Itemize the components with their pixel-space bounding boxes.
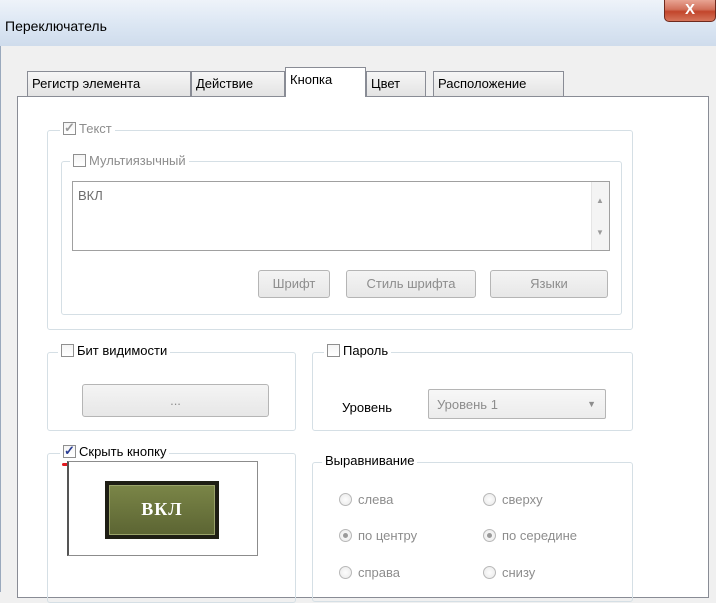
tab-element-register[interactable]: Регистр элемента: [27, 71, 191, 96]
visibility-bit-checkbox[interactable]: [61, 344, 74, 357]
tab-action[interactable]: Действие: [191, 71, 285, 96]
text-checkbox[interactable]: [63, 120, 76, 136]
alignment-label: Выравнивание: [325, 453, 415, 468]
align-left-radio[interactable]: [339, 493, 352, 506]
window-title: Переключатель: [5, 18, 107, 34]
preview-button-face: ВКЛ: [109, 485, 215, 535]
password-checkbox[interactable]: [327, 344, 340, 357]
align-left-label: слева: [358, 492, 394, 507]
visibility-bit-legend[interactable]: Бит видимости: [58, 343, 171, 358]
visibility-bit-label: Бит видимости: [77, 343, 168, 358]
align-top-label: сверху: [502, 492, 543, 507]
align-right-option[interactable]: справа: [339, 565, 400, 580]
hide-button-label: Скрыть кнопку: [79, 444, 167, 459]
hide-button-checkbox[interactable]: [63, 443, 76, 459]
title-bar: [0, 0, 716, 46]
align-bottom-label: снизу: [502, 565, 536, 580]
align-left-option[interactable]: слева: [339, 492, 393, 507]
tab-button[interactable]: Кнопка: [285, 67, 366, 97]
preview-button-frame: ВКЛ: [105, 481, 219, 539]
button-preview: ВКЛ: [67, 461, 258, 556]
scroll-up-icon[interactable]: ▲: [596, 196, 604, 205]
multilang-legend[interactable]: Мультиязычный: [70, 153, 189, 168]
align-center-radio[interactable]: [339, 529, 352, 542]
chevron-down-icon: ▼: [587, 399, 596, 409]
visibility-bit-browse-button[interactable]: ...: [82, 384, 269, 417]
align-top-option[interactable]: сверху: [483, 492, 543, 507]
align-right-radio[interactable]: [339, 566, 352, 579]
textarea-scrollbar[interactable]: ▲ ▼: [591, 182, 609, 250]
align-middle-radio[interactable]: [483, 529, 496, 542]
multilang-label: Мультиязычный: [89, 153, 186, 168]
align-top-radio[interactable]: [483, 493, 496, 506]
scroll-down-icon[interactable]: ▼: [596, 228, 604, 237]
align-center-option[interactable]: по центру: [339, 528, 417, 543]
level-select[interactable]: Уровень 1 ▼: [428, 389, 606, 419]
font-style-button[interactable]: Стиль шрифта: [346, 270, 476, 298]
text-label: Текст: [79, 121, 112, 136]
close-button[interactable]: X: [664, 0, 716, 22]
align-middle-label: по середине: [502, 528, 578, 543]
text-value-field[interactable]: ВКЛ ▲ ▼: [72, 181, 610, 251]
level-label: Уровень: [342, 400, 393, 415]
align-middle-option[interactable]: по середине: [483, 528, 577, 543]
password-legend[interactable]: Пароль: [324, 343, 392, 358]
password-label: Пароль: [343, 343, 389, 358]
align-bottom-option[interactable]: снизу: [483, 565, 535, 580]
tab-color[interactable]: Цвет: [366, 71, 426, 96]
tab-position[interactable]: Расположение: [433, 71, 564, 96]
font-button[interactable]: Шрифт: [258, 270, 330, 298]
align-right-label: справа: [358, 565, 400, 580]
languages-button[interactable]: Языки: [490, 270, 608, 298]
alignment-legend: Выравнивание: [322, 453, 418, 468]
multilang-checkbox[interactable]: [73, 154, 86, 167]
hide-button-legend[interactable]: Скрыть кнопку: [60, 443, 170, 459]
align-center-label: по центру: [358, 528, 418, 543]
level-select-value: Уровень 1: [437, 397, 498, 412]
text-legend[interactable]: Текст: [60, 120, 115, 136]
text-value: ВКЛ: [78, 188, 103, 203]
align-bottom-radio[interactable]: [483, 566, 496, 579]
